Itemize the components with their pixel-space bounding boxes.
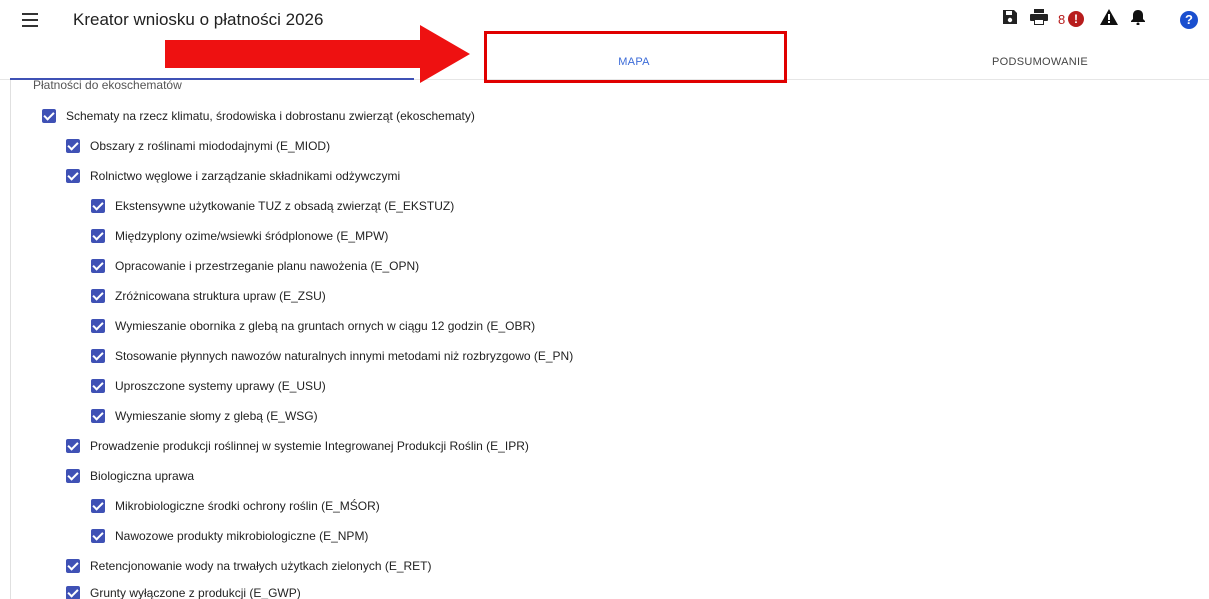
checkbox-item-e-zsu[interactable]: Zróżnicowana struktura upraw (E_ZSU) (91, 286, 326, 306)
checkbox-label: Mikrobiologiczne środki ochrony roślin (… (115, 499, 380, 513)
checkbox-item-e-usu[interactable]: Uproszczone systemy uprawy (E_USU) (91, 376, 326, 396)
checkbox-label: Retencjonowanie wody na trwałych użytkac… (90, 559, 432, 573)
checkbox-checked-icon[interactable] (42, 109, 56, 123)
checkbox-checked-icon[interactable] (91, 319, 105, 333)
checkbox-item-e-msor[interactable]: Mikrobiologiczne środki ochrony roślin (… (91, 496, 380, 516)
header-actions: 8 ! ? (1000, 9, 1209, 33)
red-arrow-annotation (165, 25, 470, 83)
checkbox-item-e-obr[interactable]: Wymieszanie obornika z glebą na gruntach… (91, 316, 535, 336)
checkbox-checked-icon[interactable] (91, 499, 105, 513)
error-icon[interactable]: ! (1068, 11, 1084, 27)
checkbox-checked-icon[interactable] (66, 559, 80, 573)
checkbox-item-e-npm[interactable]: Nawozowe produkty mikrobiologiczne (E_NP… (91, 526, 368, 546)
checkbox-label: Międzyplony ozime/wsiewki śródplonowe (E… (115, 229, 389, 243)
hamburger-menu-icon[interactable] (22, 13, 38, 27)
checkbox-checked-icon[interactable] (91, 289, 105, 303)
checkbox-checked-icon[interactable] (91, 349, 105, 363)
warning-icon[interactable] (1100, 9, 1120, 31)
checkbox-item-e-ret[interactable]: Retencjonowanie wody na trwałych użytkac… (66, 556, 432, 576)
tab-podsumowanie[interactable]: PODSUMOWANIE (940, 44, 1140, 80)
ekoschematy-panel: Płatności do ekoschematów Schematy na rz… (10, 80, 1209, 599)
checkbox-label: Rolnictwo węglowe i zarządzanie składnik… (90, 169, 401, 183)
print-icon[interactable] (1030, 9, 1050, 31)
checkbox-checked-icon[interactable] (66, 586, 80, 599)
checkbox-item-ekoschematy[interactable]: Schematy na rzecz klimatu, środowiska i … (42, 106, 475, 126)
checkbox-item-e-mpw[interactable]: Międzyplony ozime/wsiewki śródplonowe (E… (91, 226, 388, 246)
checkbox-item-e-ipr[interactable]: Prowadzenie produkcji roślinnej w system… (66, 436, 529, 456)
checkbox-label: Grunty wyłączone z produkcji (E_GWP) (90, 586, 301, 599)
checkbox-label: Prowadzenie produkcji roślinnej w system… (90, 439, 529, 453)
checkbox-item-e-ekstuz[interactable]: Ekstensywne użytkowanie TUZ z obsadą zwi… (91, 196, 454, 216)
checkbox-checked-icon[interactable] (66, 439, 80, 453)
checkbox-checked-icon[interactable] (66, 469, 80, 483)
checkbox-checked-icon[interactable] (91, 199, 105, 213)
checkbox-checked-icon[interactable] (91, 379, 105, 393)
checkbox-checked-icon[interactable] (66, 139, 80, 153)
checkbox-item-e-opn[interactable]: Opracowanie i przestrzeganie planu nawoż… (91, 256, 419, 276)
checkbox-item-e-wsg[interactable]: Wymieszanie słomy z glebą (E_WSG) (91, 406, 318, 426)
checkbox-item-e-gwp[interactable]: Grunty wyłączone z produkcji (E_GWP) (66, 583, 301, 599)
bell-icon[interactable] (1131, 9, 1151, 31)
checkbox-label: Uproszczone systemy uprawy (E_USU) (115, 379, 326, 393)
checkbox-checked-icon[interactable] (91, 529, 105, 543)
checkbox-label: Nawozowe produkty mikrobiologiczne (E_NP… (115, 529, 369, 543)
checkbox-checked-icon[interactable] (91, 409, 105, 423)
checkbox-item-e-miod[interactable]: Obszary z roślinami miododajnymi (E_MIOD… (66, 136, 330, 156)
checkbox-label: Wymieszanie słomy z glebą (E_WSG) (115, 409, 318, 423)
section-title: Płatności do ekoschematów (33, 80, 182, 92)
checkbox-label: Biologiczna uprawa (90, 469, 195, 483)
checkbox-label: Stosowanie płynnych nawozów naturalnych … (115, 349, 574, 363)
checkbox-checked-icon[interactable] (66, 169, 80, 183)
checkbox-label: Wymieszanie obornika z glebą na gruntach… (115, 319, 536, 333)
checkbox-label: Obszary z roślinami miododajnymi (E_MIOD… (90, 139, 331, 153)
mapa-tab-highlight-box (484, 31, 787, 83)
checkbox-item-e-pn[interactable]: Stosowanie płynnych nawozów naturalnych … (91, 346, 573, 366)
save-icon[interactable] (1002, 9, 1022, 31)
help-icon[interactable]: ? (1180, 11, 1198, 29)
checkbox-label: Opracowanie i przestrzeganie planu nawoż… (115, 259, 420, 273)
checkbox-label: Ekstensywne użytkowanie TUZ z obsadą zwi… (115, 199, 455, 213)
checkbox-item-biologiczna-uprawa[interactable]: Biologiczna uprawa (66, 466, 194, 486)
checkbox-item-rolnictwo-weglowe[interactable]: Rolnictwo węglowe i zarządzanie składnik… (66, 166, 400, 186)
checkbox-label: Schematy na rzecz klimatu, środowiska i … (66, 109, 475, 123)
checkbox-label: Zróżnicowana struktura upraw (E_ZSU) (115, 289, 326, 303)
error-count: 8 (1058, 12, 1066, 27)
checkbox-checked-icon[interactable] (91, 259, 105, 273)
checkbox-checked-icon[interactable] (91, 229, 105, 243)
